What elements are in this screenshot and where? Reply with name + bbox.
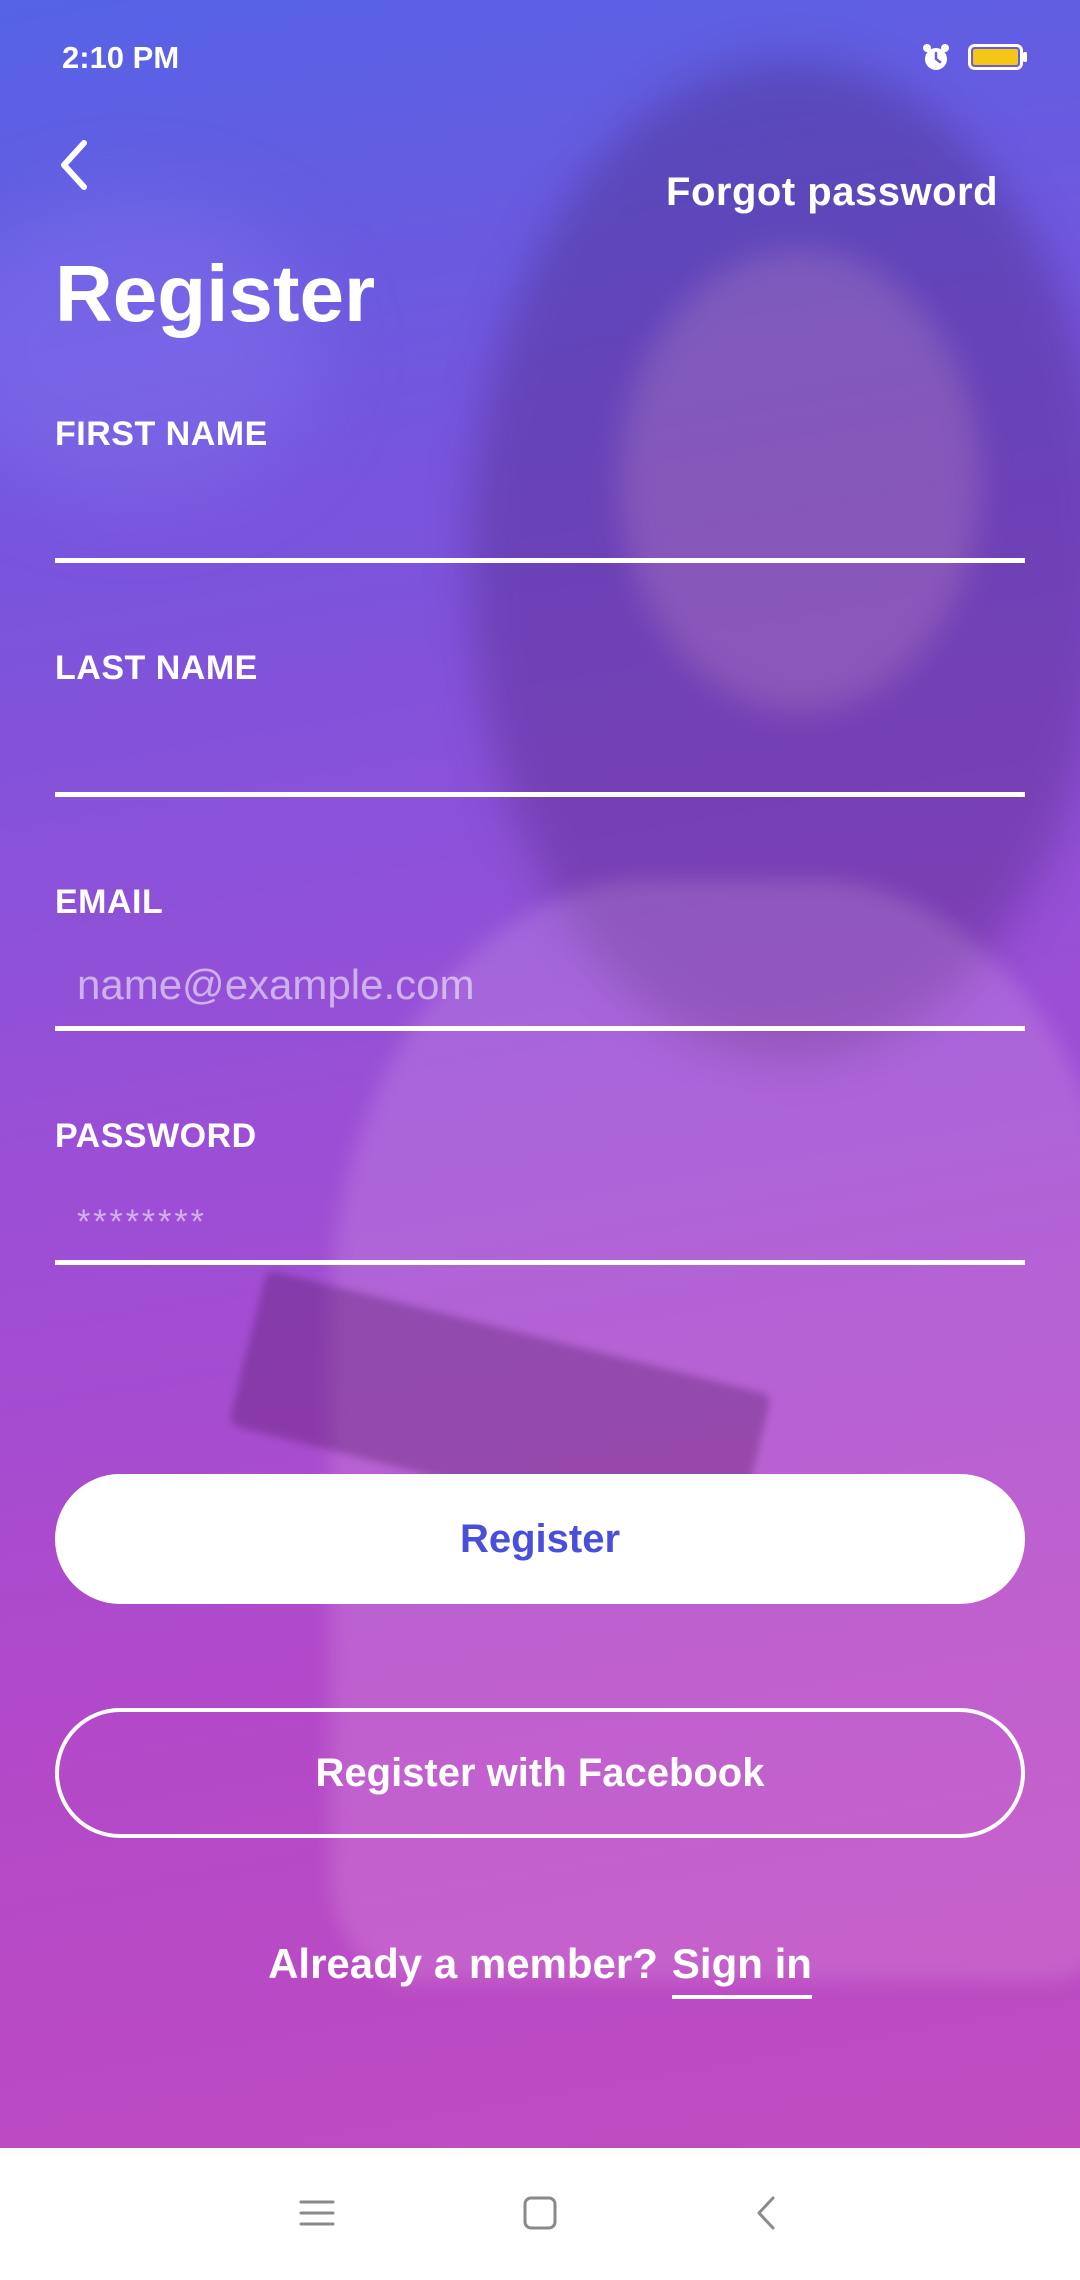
- battery-icon: [968, 44, 1027, 70]
- email-input[interactable]: [55, 943, 1025, 1031]
- signin-prompt-row: Already a member? Sign in: [0, 1940, 1080, 1999]
- signin-prompt-text: Already a member?: [268, 1940, 658, 1987]
- email-field: EMAIL: [55, 883, 1025, 1043]
- register-facebook-button[interactable]: Register with Facebook: [55, 1708, 1025, 1838]
- forgot-password-link[interactable]: Forgot password: [666, 170, 998, 215]
- password-input[interactable]: [55, 1177, 1025, 1265]
- last-name-field: LAST NAME: [55, 649, 1025, 809]
- page-title: Register: [55, 249, 376, 338]
- password-label: PASSWORD: [55, 1117, 257, 1155]
- last-name-label: LAST NAME: [55, 649, 258, 687]
- status-time: 2:10 PM: [62, 40, 180, 75]
- back-chevron-button[interactable]: [50, 135, 98, 195]
- alarm-clock-icon: [923, 44, 949, 70]
- home-square-icon[interactable]: [515, 2188, 565, 2238]
- menu-icon[interactable]: [292, 2188, 342, 2238]
- register-button[interactable]: Register: [55, 1474, 1025, 1604]
- register-screen: 2:10 PM Forgot password Register FIRST N…: [0, 0, 1080, 2148]
- email-label: EMAIL: [55, 883, 164, 921]
- first-name-input[interactable]: [55, 475, 1025, 563]
- first-name-label: FIRST NAME: [55, 415, 268, 453]
- last-name-input[interactable]: [55, 709, 1025, 797]
- back-chevron-icon[interactable]: [742, 2188, 792, 2238]
- system-navigation-bar: [0, 2148, 1080, 2280]
- password-field: PASSWORD: [55, 1117, 1025, 1277]
- first-name-field: FIRST NAME: [55, 415, 1025, 575]
- sign-in-link[interactable]: Sign in: [671, 1940, 812, 1999]
